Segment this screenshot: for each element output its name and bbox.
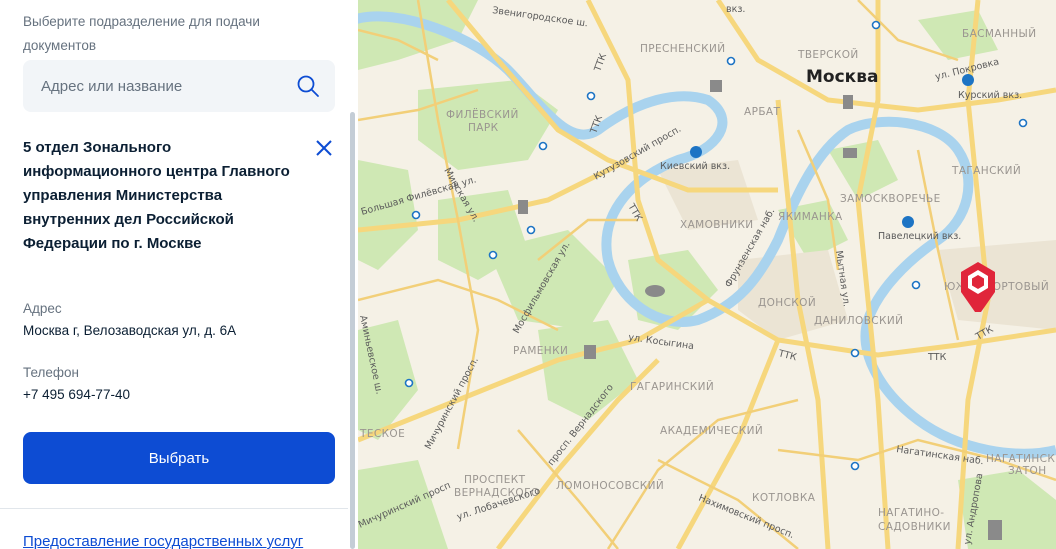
district-label: АКАДЕМИЧЕСКИЙ xyxy=(660,424,763,437)
district-label: ТАГАНСКИЙ xyxy=(951,164,1021,177)
office-selection-panel: Выберите подразделение для подачи докуме… xyxy=(0,0,358,549)
street-label: Киевский вкз. xyxy=(660,161,730,172)
panel-scrollbar[interactable] xyxy=(350,112,355,549)
district-label: ПРОСПЕКТ xyxy=(464,474,526,486)
street-label: вкз. xyxy=(726,4,745,15)
panel-prompt: Выберите подразделение для подачи докуме… xyxy=(23,14,260,53)
street-label: Звенигородское ш. xyxy=(492,5,589,29)
office-name: 5 отдел Зонального информационного центр… xyxy=(23,139,290,252)
district-label: НАГАТИНСКИЙ xyxy=(986,452,1056,465)
district-label: ЗАТОН xyxy=(1008,465,1047,477)
phone-label: Телефон xyxy=(23,365,80,380)
street-label: ТТК xyxy=(927,352,947,363)
street-label: Мичуринский просп. xyxy=(423,355,481,451)
district-label: ПРЕСНЕНСКИЙ xyxy=(640,42,726,55)
address-label: Адрес xyxy=(23,301,62,316)
divider xyxy=(0,508,348,509)
district-label: ДАНИЛОВСКИЙ xyxy=(814,314,903,327)
district-label: ЛОМОНОСОВСКИЙ xyxy=(556,479,664,492)
street-label: ул. Косыгина xyxy=(628,332,695,352)
district-label: АРБАТ xyxy=(744,106,781,118)
district-label: ХАМОВНИКИ xyxy=(680,219,754,231)
district-label: ПАРК xyxy=(468,122,499,134)
district-label: ЗАМОСКВОРЕЧЬЕ xyxy=(840,193,941,205)
district-label: ЯКИМАНКА xyxy=(778,211,843,223)
street-label: ТТК xyxy=(776,348,798,363)
district-label: БАСМАННЫЙ xyxy=(962,27,1036,40)
district-label: КОТЛОВКА xyxy=(752,492,816,504)
select-button[interactable]: Выбрать xyxy=(23,432,335,484)
street-label: ТТК xyxy=(592,52,609,74)
street-label: Курский вкз. xyxy=(958,90,1022,101)
district-label: ТЕСКОЕ xyxy=(359,428,405,440)
street-label: Павелецкий вкз. xyxy=(878,231,961,242)
phone-value: +7 495 694-77-40 xyxy=(23,387,130,402)
search-icon[interactable] xyxy=(296,74,320,98)
district-label: ТВЕРСКОЙ xyxy=(797,48,859,61)
district-label: ДОНСКОЙ xyxy=(758,296,816,309)
district-label: ЮЖНОПОРТОВЫЙ xyxy=(944,280,1049,293)
gov-services-link[interactable]: Предоставление государственных услуг xyxy=(23,533,303,549)
close-icon[interactable] xyxy=(313,137,335,159)
district-label: РАМЕНКИ xyxy=(513,345,568,357)
search-input[interactable] xyxy=(41,74,291,98)
district-label: САДОВНИКИ xyxy=(878,521,951,533)
map[interactable]: ПРЕСНЕНСКИЙ ТВЕРСКОЙ БАСМАННЫЙ ФИЛЁВСКИЙ… xyxy=(358,0,1056,549)
district-label: ФИЛЁВСКИЙ xyxy=(446,108,519,121)
city-label: Москва xyxy=(806,67,878,87)
district-label: ГАГАРИНСКИЙ xyxy=(630,380,714,393)
address-value: Москва г, Велозаводская ул, д. 6А xyxy=(23,323,237,338)
district-label: НАГАТИНО- xyxy=(878,507,944,519)
search-box[interactable] xyxy=(23,60,335,112)
